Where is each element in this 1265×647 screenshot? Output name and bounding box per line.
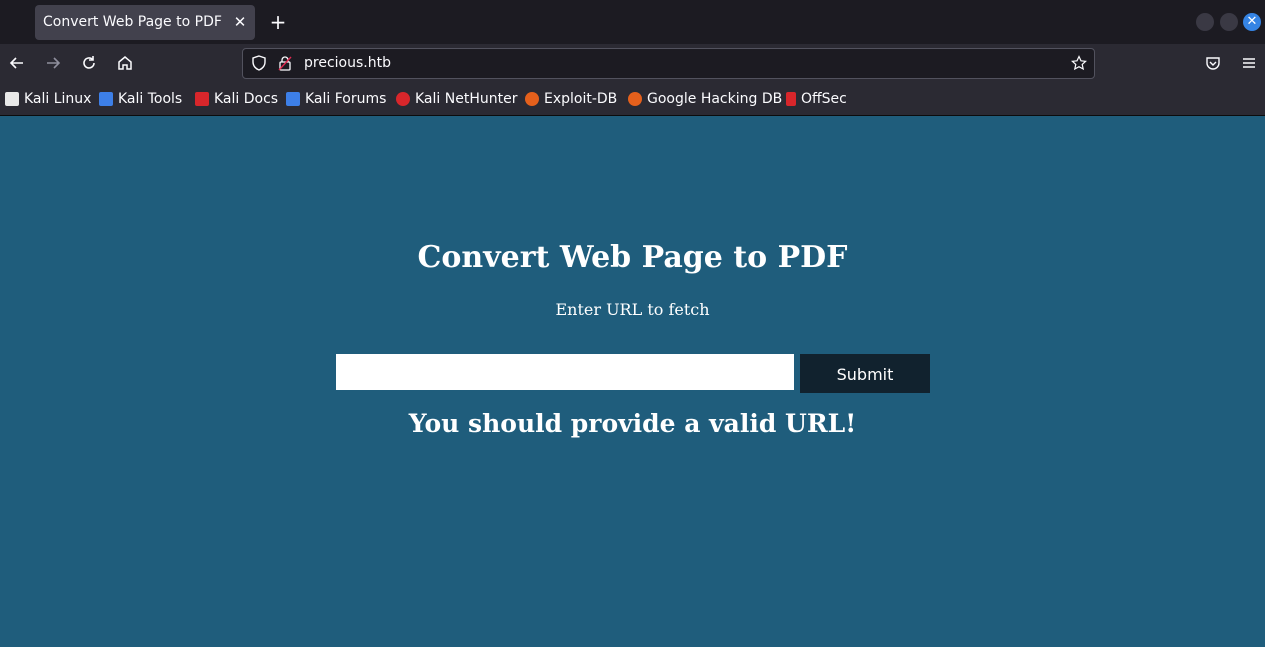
error-message: You should provide a valid URL! (408, 409, 857, 438)
bookmarks-toolbar: Kali Linux Kali Tools Kali Docs Kali For… (0, 84, 1265, 116)
ghdb-icon (628, 92, 642, 106)
navigation-toolbar: precious.htb (0, 44, 1265, 84)
kali-docs-icon (195, 92, 209, 106)
bookmark-kali-forums[interactable]: Kali Forums (286, 91, 386, 107)
bookmark-label: Google Hacking DB (647, 91, 783, 107)
bookmark-label: Kali NetHunter (415, 91, 518, 107)
back-arrow-icon[interactable] (7, 54, 27, 74)
tab-strip: Convert Web Page to PDF ✕ + ✕ (0, 0, 1265, 44)
bookmark-label: Kali Linux (24, 91, 92, 107)
lock-icon[interactable] (276, 55, 294, 73)
kali-dragon-icon (5, 92, 19, 106)
bookmark-kali-linux[interactable]: Kali Linux (5, 91, 91, 107)
close-window-button[interactable]: ✕ (1243, 13, 1261, 31)
offsec-icon (786, 92, 796, 106)
tab-close-icon[interactable]: ✕ (231, 13, 249, 31)
bookmark-exploit-db[interactable]: Exploit-DB (525, 91, 617, 107)
bookmark-label: OffSec (801, 91, 847, 107)
bookmark-star-icon[interactable] (1070, 55, 1088, 73)
bookmark-kali-tools[interactable]: Kali Tools (99, 91, 182, 107)
active-tab[interactable]: Convert Web Page to PDF ✕ (35, 5, 255, 40)
page-title: Convert Web Page to PDF (417, 240, 848, 275)
bookmark-google-hacking-db[interactable]: Google Hacking DB (628, 91, 782, 107)
minimize-window-button[interactable] (1196, 13, 1214, 31)
forward-arrow-icon[interactable] (43, 54, 63, 74)
url-input[interactable] (336, 354, 794, 390)
new-tab-icon[interactable]: + (268, 12, 288, 32)
pocket-icon[interactable] (1203, 54, 1223, 74)
bookmark-label: Kali Forums (305, 91, 387, 107)
kali-forums-icon (286, 92, 300, 106)
url-text[interactable]: precious.htb (304, 55, 391, 71)
page-content: Convert Web Page to PDF Enter URL to fet… (0, 116, 1265, 647)
kali-tools-icon (99, 92, 113, 106)
maximize-window-button[interactable] (1220, 13, 1238, 31)
bookmark-label: Kali Docs (214, 91, 279, 107)
url-prompt-label: Enter URL to fetch (555, 300, 710, 319)
address-bar[interactable]: precious.htb (242, 48, 1095, 79)
exploit-db-icon (525, 92, 539, 106)
bookmark-offsec[interactable]: OffSec (786, 91, 847, 107)
bookmark-label: Exploit-DB (544, 91, 618, 107)
bookmark-label: Kali Tools (118, 91, 183, 107)
shield-icon[interactable] (250, 55, 268, 73)
hamburger-menu-icon[interactable] (1239, 54, 1259, 74)
home-icon[interactable] (115, 54, 135, 74)
tab-title: Convert Web Page to PDF (43, 14, 222, 30)
bookmark-kali-docs[interactable]: Kali Docs (195, 91, 278, 107)
kali-nethunter-icon (396, 92, 410, 106)
reload-icon[interactable] (79, 54, 99, 74)
submit-button[interactable]: Submit (800, 354, 930, 393)
bookmark-kali-nethunter[interactable]: Kali NetHunter (396, 91, 517, 107)
